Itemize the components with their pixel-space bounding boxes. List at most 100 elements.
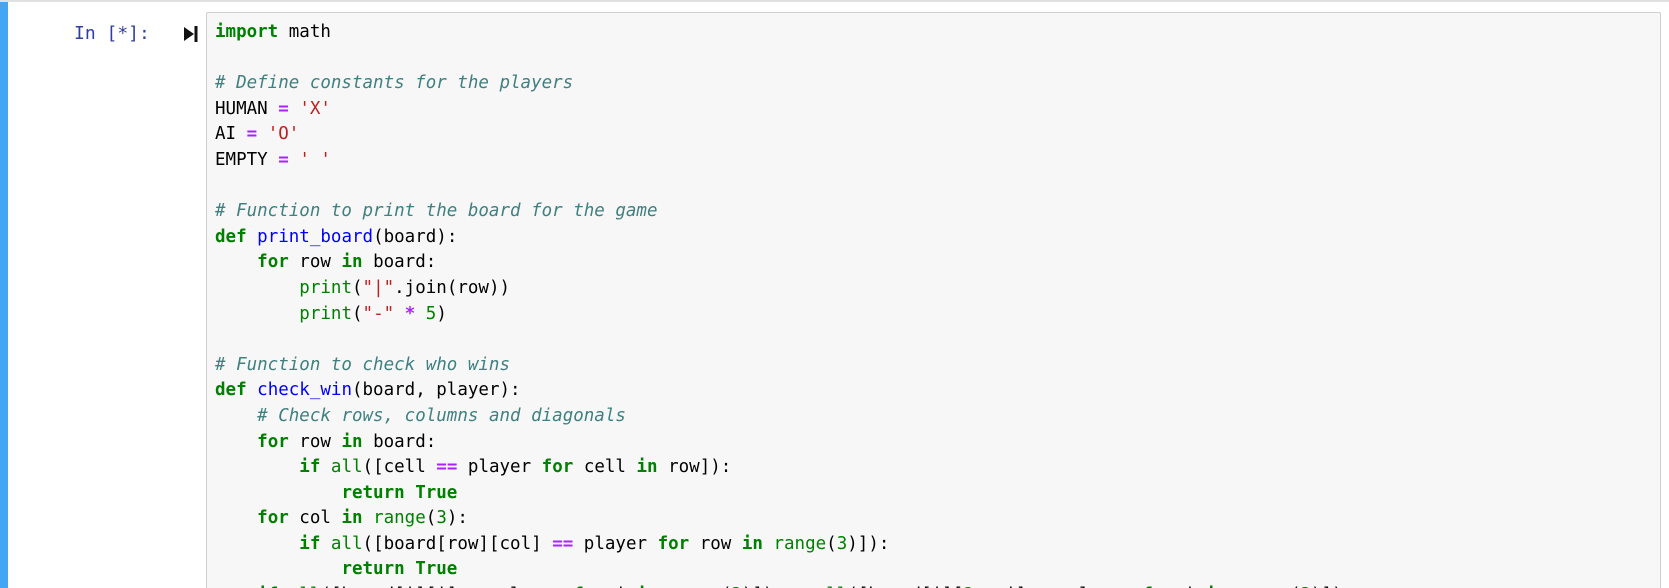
code-token: True [415,559,458,580]
code-token: # Function to check who wins [215,354,511,375]
code-token: row [288,252,342,273]
code-line: for row in board: [215,430,1353,456]
cell-prompt: In [*]: [74,23,150,44]
code-token: print [299,277,352,298]
code-line: # Define constants for the players [215,71,1353,97]
code-line: for row in board: [215,250,1353,276]
code-token: return [341,482,405,503]
code-token: if [299,457,321,478]
code-line: HUMAN = 'X' [215,97,1353,123]
code-token: all [330,533,363,554]
code-line: import math [215,20,1353,46]
code-token: for [257,431,289,452]
code-token: if [299,533,321,554]
code-token: col [288,508,342,529]
code-token: = [278,98,289,119]
code-token: * [404,303,416,324]
code-token: ( [351,303,363,324]
code-token: .join(row)) [394,277,511,298]
code-token: def [215,380,247,401]
code-content[interactable]: import math # Define constants for the p… [215,20,1353,588]
code-token: # Define constants for the players [215,73,574,94]
code-token: in [741,533,763,554]
code-line: EMPTY = ' ' [215,148,1353,174]
code-token: == [552,533,574,554]
code-token: player [573,533,658,554]
code-token: board: [362,431,437,452]
code-token: import [215,22,279,42]
code-token: row [689,533,742,554]
code-token: ): [446,508,468,529]
code-token: HUMAN [215,98,279,119]
code-line: # Function to check who wins [215,353,1353,379]
code-token: = [278,149,289,170]
code-token: check_win [257,380,352,401]
code-token: "|" [362,277,395,298]
code-line: return True [215,557,1353,583]
code-token: ( [826,533,837,554]
code-token: for [257,508,289,529]
code-token: player [457,457,542,478]
code-line: print("|".join(row)) [215,276,1353,302]
code-token: board: [362,252,437,273]
code-token: )]): [847,533,890,554]
code-token: for [541,457,574,478]
notebook-container: In [*]: import math # Define constants f… [0,0,1669,588]
code-token: True [415,482,458,503]
code-token: ( [425,508,437,529]
code-line: for col in range(3): [215,506,1353,532]
code-token: range [373,508,426,529]
code-token: all [330,457,363,478]
code-token: def [215,226,247,247]
code-token: print [299,303,352,324]
code-cell[interactable]: In [*]: import math # Define constants f… [0,2,1669,588]
code-token: EMPTY [215,149,279,170]
code-token: ( [351,277,363,298]
step-forward-icon[interactable] [184,24,198,44]
code-token: for [657,533,690,554]
code-token: 'O' [267,124,300,145]
code-line: if all([board[i][i] == player for i in r… [215,583,1353,588]
code-token: print_board [257,226,374,247]
code-token: 5 [425,303,437,324]
code-line: if all([board[row][col] == player for ro… [215,532,1353,558]
code-line: # Check rows, columns and diagonals [215,404,1353,430]
code-token: ([board[row][col] [362,533,553,554]
code-token: ) [436,303,447,324]
code-line: def check_win(board, player): [215,378,1353,404]
code-editor[interactable]: import math # Define constants for the p… [206,12,1661,588]
code-token: in [636,457,658,478]
code-token: row]): [657,457,732,478]
code-token: in [341,431,363,452]
cell-selection-indicator [0,2,8,588]
code-line: print("-" * 5) [215,302,1353,328]
code-token: 'X' [299,98,331,119]
code-token: 3 [436,508,447,529]
code-token: ([cell [362,457,437,478]
code-token: == [436,457,458,478]
code-token: (board): [373,226,458,247]
code-token: for [257,252,289,273]
code-token: "-" [362,303,395,324]
code-line: # Function to print the board for the ga… [215,199,1353,225]
code-line: AI = 'O' [215,122,1353,148]
